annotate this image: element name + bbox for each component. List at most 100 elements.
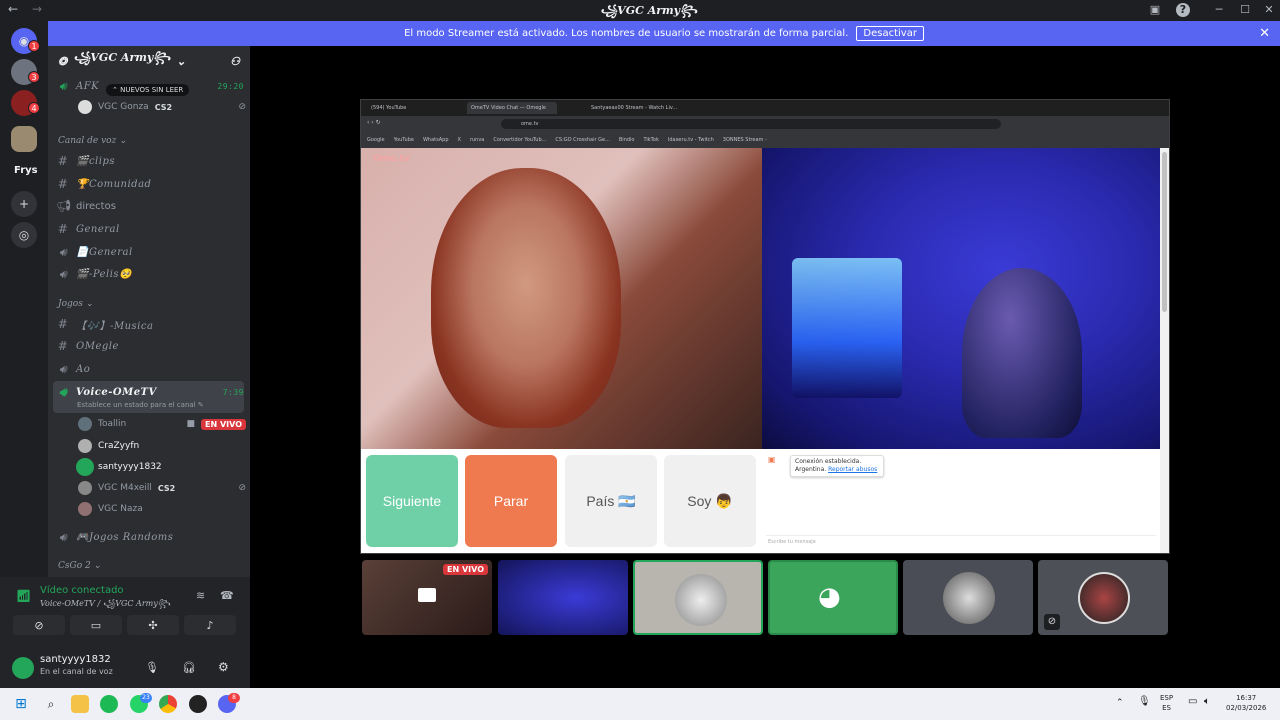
screen-share-button[interactable]: ▭ [70, 615, 122, 635]
gear-icon[interactable]: ⚙ [218, 660, 229, 674]
channel-general-text[interactable]: # General [56, 219, 244, 239]
disconnect-icon[interactable]: ☎ [220, 589, 234, 602]
chevron-up-icon[interactable]: ⌃ [1116, 698, 1124, 708]
add-member-icon[interactable]: ⚇ [230, 55, 240, 68]
channel-comunidad[interactable]: # 🏆Comunidad [56, 174, 244, 194]
tile-vgc-m4xeill[interactable] [903, 560, 1033, 635]
chevron-down-icon: ⌄ [176, 54, 186, 68]
volume-icon[interactable]: 🔈︎ [1204, 697, 1210, 707]
next-button[interactable]: Siguiente [366, 455, 458, 547]
channel-musica[interactable]: # 【🎶】-Musica [56, 314, 244, 334]
server-icon-active[interactable] [11, 126, 37, 152]
voice-member[interactable]: santyyyy1832 [78, 457, 246, 477]
clock[interactable]: 16:37 02/03/2026 [1226, 693, 1266, 713]
category-games[interactable]: Jogos ⌄ [58, 299, 93, 309]
camera-off-button[interactable]: ⊘ [13, 615, 65, 635]
avatar [78, 100, 92, 114]
channel-jogos-randoms[interactable]: 🔊︎ 🎮Jogos Randoms [56, 527, 244, 547]
scrollbar-thumb[interactable] [1162, 152, 1167, 312]
live-badge: EN VIVO [443, 564, 488, 575]
channel-omegle[interactable]: # OMegle [56, 336, 244, 356]
channel-pelis[interactable]: 🔊︎ 🎬-Pelis🥺 [56, 264, 244, 284]
bookmark[interactable]: YouTube [394, 137, 414, 143]
app-icon[interactable] [189, 695, 207, 713]
url-field[interactable]: ome.tv [501, 119, 1001, 129]
file-explorer-icon[interactable] [71, 695, 89, 713]
category-voice[interactable]: Canal de voz ⌄ [58, 136, 127, 146]
tile-santyyyy1832[interactable]: ◕ [768, 560, 898, 635]
bookmark[interactable]: TikTok [644, 137, 659, 143]
channel-voice-ometv[interactable]: 🔊︎ Voice-OMeTV 7:39 [56, 382, 244, 402]
user-avatar[interactable] [12, 657, 34, 679]
search-icon[interactable]: ⌕ [42, 695, 60, 713]
activities-button[interactable]: ✣ [127, 615, 179, 635]
noise-suppression-icon[interactable]: ≋ [196, 589, 205, 602]
avatar [1078, 572, 1130, 624]
channel-ao[interactable]: 🔊︎ Ao [56, 359, 244, 379]
chrome-icon[interactable] [159, 695, 177, 713]
voice-member[interactable]: VGC Gonza CS2 ⊘ [78, 97, 246, 117]
game-tag: CS2 [157, 483, 176, 493]
voice-member[interactable]: Toallin ■ EN VIVO [78, 414, 246, 434]
bookmark[interactable]: runva [470, 137, 484, 143]
inbox-icon[interactable]: ▣ [1148, 3, 1162, 17]
help-icon[interactable]: ? [1176, 3, 1190, 17]
channel-clips[interactable]: # 🎬clips [56, 151, 244, 171]
maximize-icon[interactable]: ☐ [1238, 3, 1252, 17]
voice-member[interactable]: CraZyyfn [78, 436, 246, 456]
bookmark[interactable]: Bindio [619, 137, 635, 143]
pc-case-image [792, 258, 902, 398]
disable-streamer-mode-button[interactable]: Desactivar [856, 26, 924, 41]
bookmark[interactable]: WhatsApp [423, 137, 449, 143]
bookmark[interactable]: Idaxeru.tv - Twitch [668, 137, 714, 143]
close-icon[interactable]: ✕ [1259, 26, 1270, 41]
microphone-icon[interactable]: 🎙︎ [1138, 697, 1151, 707]
channel-general-voice[interactable]: 🔊︎ 📄General [56, 242, 244, 262]
channel-status-hint[interactable]: Establece un estado para el canal ✎ [77, 401, 204, 409]
server-header[interactable]: ❂ ꧁VGC Army꧂ ⌄ ⚇ [48, 46, 250, 76]
focused-stream[interactable]: (594) YouTube OmeTV Video Chat — Omegle … [360, 99, 1170, 554]
chat-input[interactable]: Escribe tu mensaje [766, 535, 1156, 547]
browser-tab-active[interactable]: OmeTV Video Chat — Omegle [467, 102, 557, 114]
video-tile-crazyyfn[interactable] [498, 560, 628, 635]
back-arrow-icon[interactable]: ← [8, 2, 18, 16]
input-language[interactable]: ESP ES [1160, 693, 1173, 713]
category-csgo[interactable]: CsGo 2 ⌄ [58, 561, 101, 571]
scrollbar[interactable] [1160, 148, 1169, 553]
dm-badge: 1 [28, 40, 40, 52]
minimize-icon[interactable]: ─ [1212, 3, 1226, 17]
bookmark[interactable]: Convertidor YouTub... [493, 137, 546, 143]
voice-member[interactable]: VGC M4xeill CS2 ⊘ [78, 478, 246, 498]
new-unread-pill[interactable]: ⌃ NUEVOS SIN LEER [106, 84, 190, 96]
report-abuse-link[interactable]: Reportar abusos [828, 466, 877, 473]
bookmark[interactable]: X [458, 137, 461, 143]
stream-tile-toallin[interactable]: EN VIVO [362, 560, 492, 635]
add-server-icon[interactable]: + [11, 191, 37, 217]
spotify-icon[interactable] [100, 695, 118, 713]
soundboard-button[interactable]: ♪ [184, 615, 236, 635]
voice-location[interactable]: Voice-OMeTV / ꧁VGC Army꧂ [40, 598, 170, 614]
headphones-icon[interactable]: 🎧︎ [182, 661, 196, 674]
network-icon[interactable]: ▭ [1188, 697, 1197, 707]
forward-arrow-icon[interactable]: → [32, 2, 42, 16]
country-button[interactable]: País 🇦🇷 [565, 455, 657, 547]
video-tile-speaking[interactable] [633, 560, 763, 635]
close-window-icon[interactable]: ✕ [1262, 3, 1276, 17]
browser-tab[interactable]: (594) YouTube [367, 102, 410, 114]
stop-button[interactable]: Parar [465, 455, 557, 547]
username[interactable]: santyyyy1832 [40, 654, 111, 665]
channel-directos[interactable]: 📢︎ directos [56, 196, 244, 216]
start-icon[interactable]: ⊞ [12, 695, 30, 713]
voice-member[interactable]: VGC Naza [78, 499, 246, 519]
camera-icon: ■ [186, 419, 196, 429]
browser-tab[interactable]: Santyaeax00 Stream - Watch Liv... [587, 102, 677, 114]
microphone-icon[interactable]: 🎙︎ [145, 661, 159, 674]
hash-icon: # [57, 317, 69, 331]
signal-icon: 📶︎ [16, 589, 32, 603]
tile-vgc-naza[interactable]: ⊘ [1038, 560, 1168, 635]
bookmark[interactable]: Google [367, 137, 385, 143]
gender-button[interactable]: Soy 👦 [664, 455, 756, 547]
discover-icon[interactable]: ◎ [11, 222, 37, 248]
bookmark[interactable]: CS:GO Crosshair Ge... [555, 137, 609, 143]
bookmark[interactable]: 3ONNES Stream - [723, 137, 767, 143]
